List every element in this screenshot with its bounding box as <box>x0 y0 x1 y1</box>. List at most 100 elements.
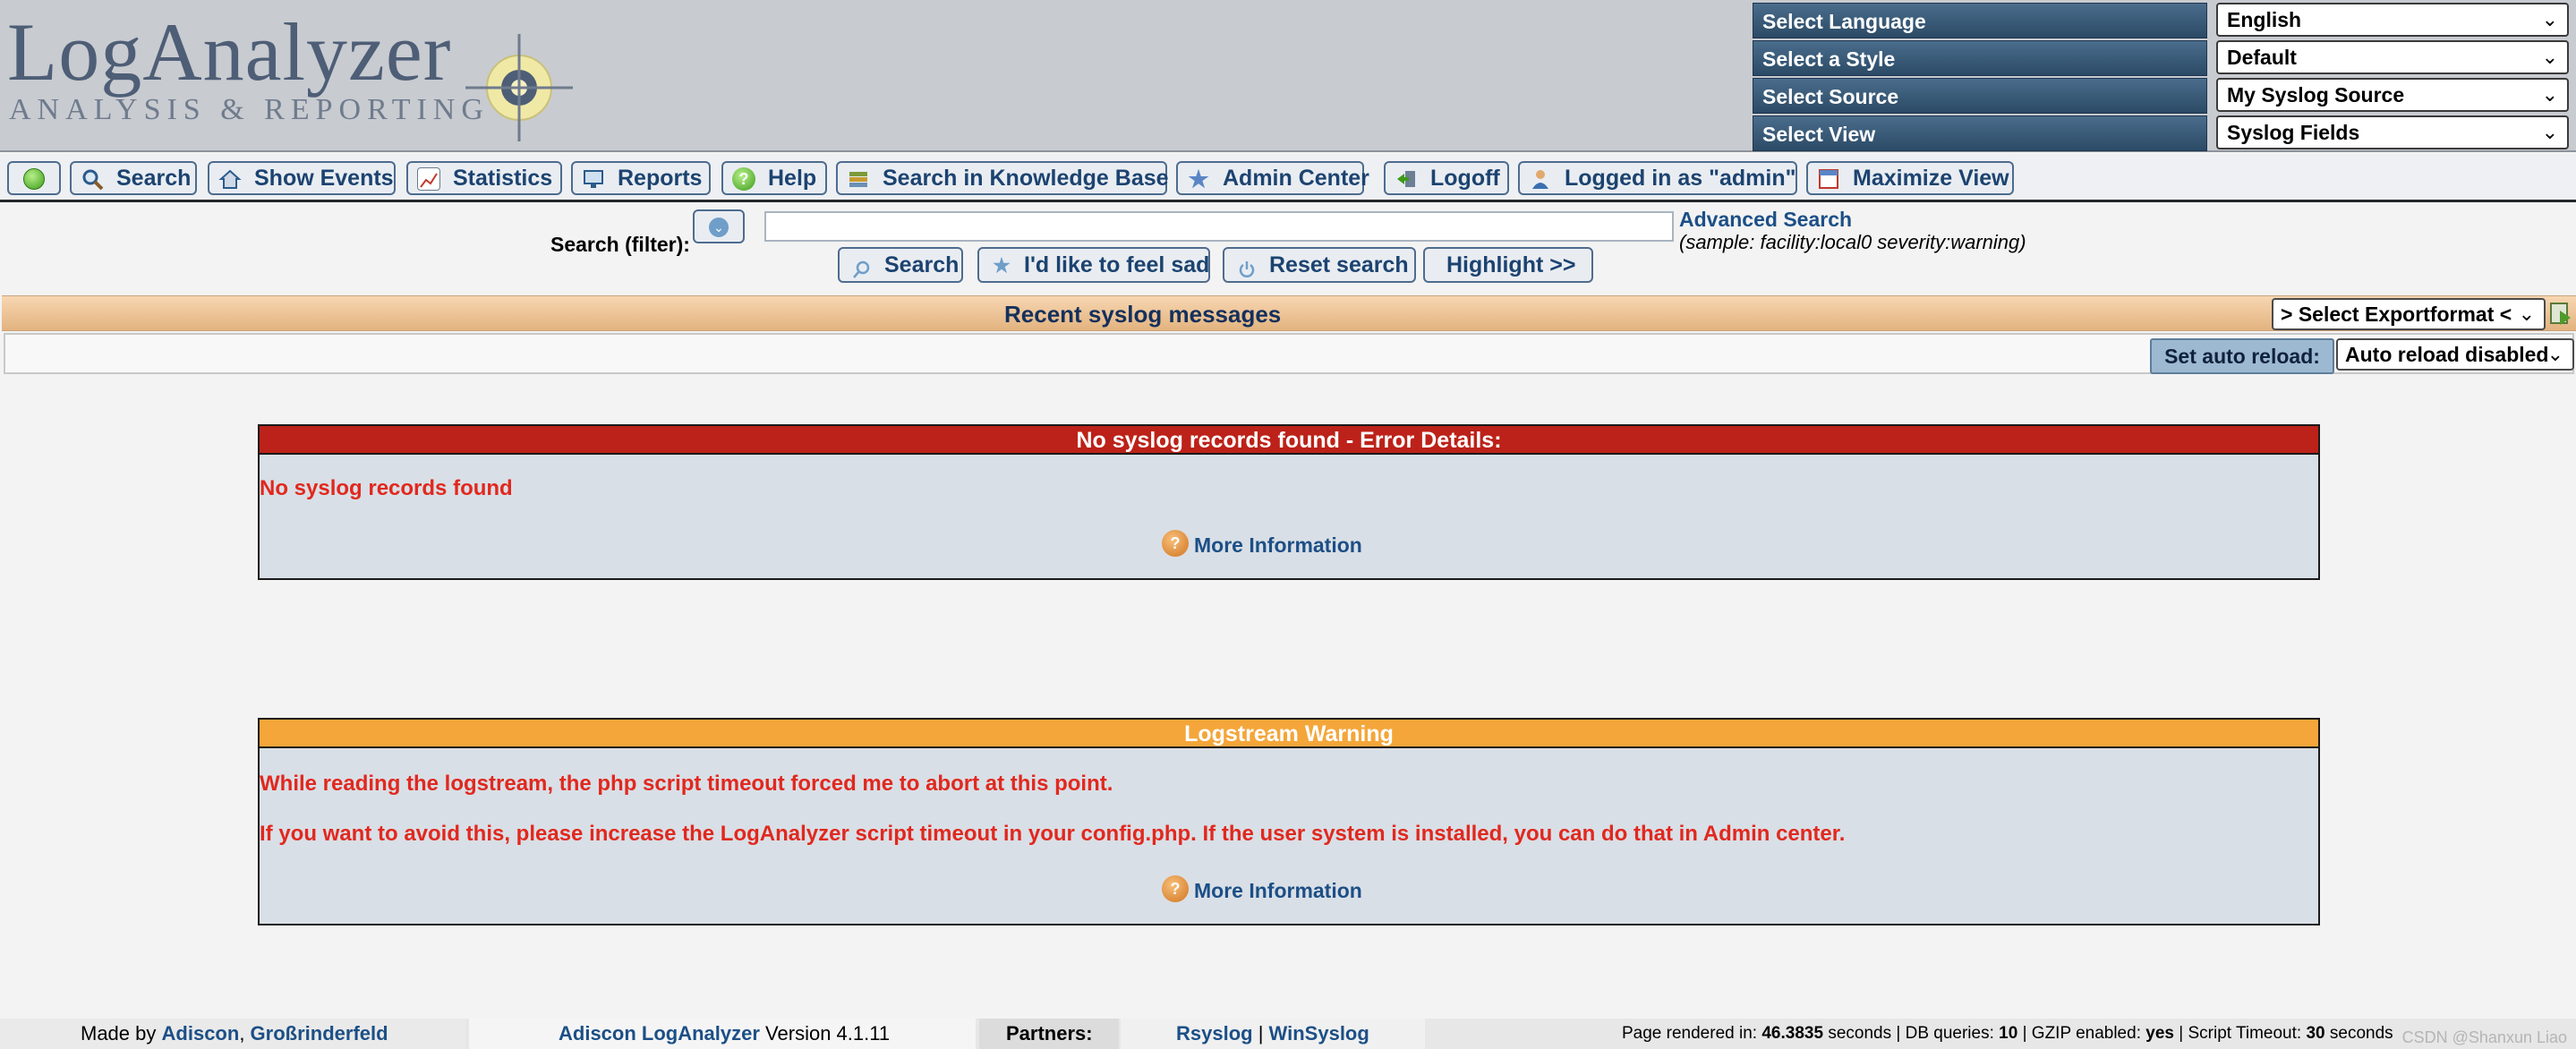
view-selector-row: Select View Syslog Fields ⌄ <box>1753 115 2569 151</box>
statistics-label: Statistics <box>453 166 553 191</box>
help-icon: ? <box>732 167 755 191</box>
view-select[interactable]: Syslog Fields ⌄ <box>2216 115 2569 149</box>
rendered-seconds: seconds <box>1828 1024 1892 1043</box>
star-icon: ★ <box>1188 166 1209 192</box>
language-select[interactable]: English ⌄ <box>2216 3 2569 37</box>
reset-search-label: Reset search <box>1269 252 1409 277</box>
power-icon <box>1237 256 1257 277</box>
chart-icon <box>417 167 440 191</box>
house-icon <box>218 167 242 191</box>
monitor-icon <box>582 167 605 191</box>
logoff-button[interactable]: Logoff <box>1384 161 1509 195</box>
logoff-label: Logoff <box>1430 166 1500 191</box>
made-by-label: Made by <box>81 1022 157 1045</box>
feel-sad-button[interactable]: ★ I'd like to feel sad <box>977 247 1210 283</box>
chevron-down-icon: ⌄ <box>2541 46 2558 68</box>
style-select[interactable]: Default ⌄ <box>2216 40 2569 74</box>
error-panel-header: No syslog records found - Error Details: <box>260 426 2318 455</box>
search-input[interactable] <box>764 211 1674 242</box>
style-value: Default <box>2227 46 2297 69</box>
export-icon[interactable] <box>2549 302 2572 327</box>
home-button[interactable] <box>7 161 61 195</box>
crosshair-icon <box>465 34 573 141</box>
warning-more-info-link[interactable]: ? More Information <box>1162 875 1362 903</box>
language-selector-row: Select Language English ⌄ <box>1753 3 2569 38</box>
logged-in-user-button[interactable]: Logged in as "admin" <box>1518 161 1797 195</box>
user-icon <box>1529 167 1552 191</box>
chevron-down-icon: ⌄ <box>2541 83 2558 106</box>
show-events-label: Show Events <box>254 166 394 191</box>
show-events-button[interactable]: Show Events <box>208 161 396 195</box>
rendered-label: Page rendered in: <box>1622 1024 1758 1043</box>
auto-reload-bar: Set auto reload: Auto reload disabled ⌄ <box>4 333 2574 374</box>
source-selector-row: Select Source My Syslog Source ⌄ <box>1753 78 2569 114</box>
rendered-value: 46.3835 <box>1761 1024 1824 1043</box>
help-button[interactable]: ? Help <box>721 161 827 195</box>
db-queries-value: 10 <box>1999 1024 2018 1043</box>
db-queries-label: DB queries: <box>1905 1024 1994 1043</box>
search-icon <box>852 256 872 278</box>
highlight-button[interactable]: Highlight >> <box>1423 247 1593 283</box>
loganalyzer-logo[interactable]: LogAnalyzer ANALYSIS & REPORTING <box>7 7 580 141</box>
source-select[interactable]: My Syslog Source ⌄ <box>2216 78 2569 112</box>
select-source-label: Select Source <box>1753 78 2207 114</box>
page: LogAnalyzer ANALYSIS & REPORTING Select … <box>0 0 2576 1049</box>
warning-panel: Logstream Warning While reading the logs… <box>258 718 2320 925</box>
help-icon: ? <box>1162 530 1189 557</box>
error-more-info-link[interactable]: ? More Information <box>1162 530 1362 558</box>
messages-title-bar: Recent syslog messages > Select Exportfo… <box>2 295 2576 331</box>
search-submit-button[interactable]: Search <box>838 247 963 283</box>
star-icon: ★ <box>993 254 1011 277</box>
menu-search-label: Search <box>116 166 192 191</box>
search-submit-label: Search <box>884 252 960 277</box>
chevron-down-icon: ⌄ <box>2546 343 2563 365</box>
timeout-seconds: seconds <box>2329 1024 2393 1043</box>
reports-button[interactable]: Reports <box>571 161 711 195</box>
menu-bar: Search Show Events Statistics Reports ? … <box>0 154 2576 202</box>
winsyslog-link[interactable]: WinSyslog <box>1269 1022 1369 1045</box>
highlight-label: Highlight >> <box>1446 252 1576 277</box>
adiscon-link[interactable]: Adiscon <box>162 1022 240 1045</box>
search-icon <box>81 167 104 191</box>
view-value: Syslog Fields <box>2227 121 2360 144</box>
footer: Made by Adiscon, Großrinderfeld Adiscon … <box>0 1019 2576 1049</box>
menu-search-button[interactable]: Search <box>70 161 197 195</box>
error-more-info-label: More Information <box>1194 533 1362 557</box>
knowledge-base-button[interactable]: Search in Knowledge Base <box>836 161 1169 195</box>
error-message: No syslog records found <box>260 476 513 500</box>
error-panel: No syslog records found - Error Details:… <box>258 424 2320 580</box>
admin-center-button[interactable]: ★ Admin Center <box>1176 161 1369 195</box>
logged-in-label: Logged in as "admin" <box>1565 166 1796 191</box>
rsyslog-link[interactable]: Rsyslog <box>1176 1022 1253 1045</box>
script-timeout-value: 30 <box>2306 1024 2325 1043</box>
gzip-label: GZIP enabled: <box>2031 1024 2141 1043</box>
help-icon: ? <box>1162 875 1189 902</box>
select-language-label: Select Language <box>1753 3 2207 38</box>
location-link[interactable]: Großrinderfeld <box>251 1022 388 1045</box>
reset-search-button[interactable]: Reset search <box>1223 247 1416 283</box>
maximize-view-label: Maximize View <box>1853 166 2009 191</box>
search-dropdown-button[interactable]: ⌄ <box>693 209 745 243</box>
logo-subtitle: ANALYSIS & REPORTING <box>9 93 490 126</box>
auto-reload-select[interactable]: Auto reload disabled ⌄ <box>2336 338 2574 371</box>
chevron-down-icon: ⌄ <box>2541 8 2558 30</box>
maximize-view-button[interactable]: Maximize View <box>1806 161 2014 195</box>
export-format-select[interactable]: > Select Exportformat < ⌄ <box>2272 298 2546 330</box>
style-selector-row: Select a Style Default ⌄ <box>1753 40 2569 76</box>
export-format-value: > Select Exportformat < <box>2281 303 2512 326</box>
statistics-button[interactable]: Statistics <box>406 161 562 195</box>
warning-line-2: If you want to avoid this, please increa… <box>260 822 1846 846</box>
partners-label: Partners: <box>979 1019 1119 1049</box>
language-value: English <box>2227 8 2302 31</box>
footer-made-by: Made by Adiscon, Großrinderfeld <box>0 1019 465 1049</box>
version-text: Version 4.1.11 <box>765 1022 891 1045</box>
set-auto-reload-button[interactable]: Set auto reload: <box>2150 338 2334 374</box>
product-link[interactable]: Adiscon LogAnalyzer <box>559 1022 760 1045</box>
knowledge-base-label: Search in Knowledge Base <box>883 166 1169 191</box>
advanced-search-link[interactable]: Advanced Search <box>1679 208 1852 232</box>
footer-partners: Rsyslog | WinSyslog <box>1121 1019 1425 1049</box>
chevron-down-icon: ⌄ <box>2541 121 2558 143</box>
messages-title: Recent syslog messages <box>1004 301 1282 328</box>
footer-stats: Page rendered in: 46.3835 seconds | DB q… <box>1622 1024 2393 1043</box>
chevron-down-icon: ⌄ <box>2518 303 2535 325</box>
